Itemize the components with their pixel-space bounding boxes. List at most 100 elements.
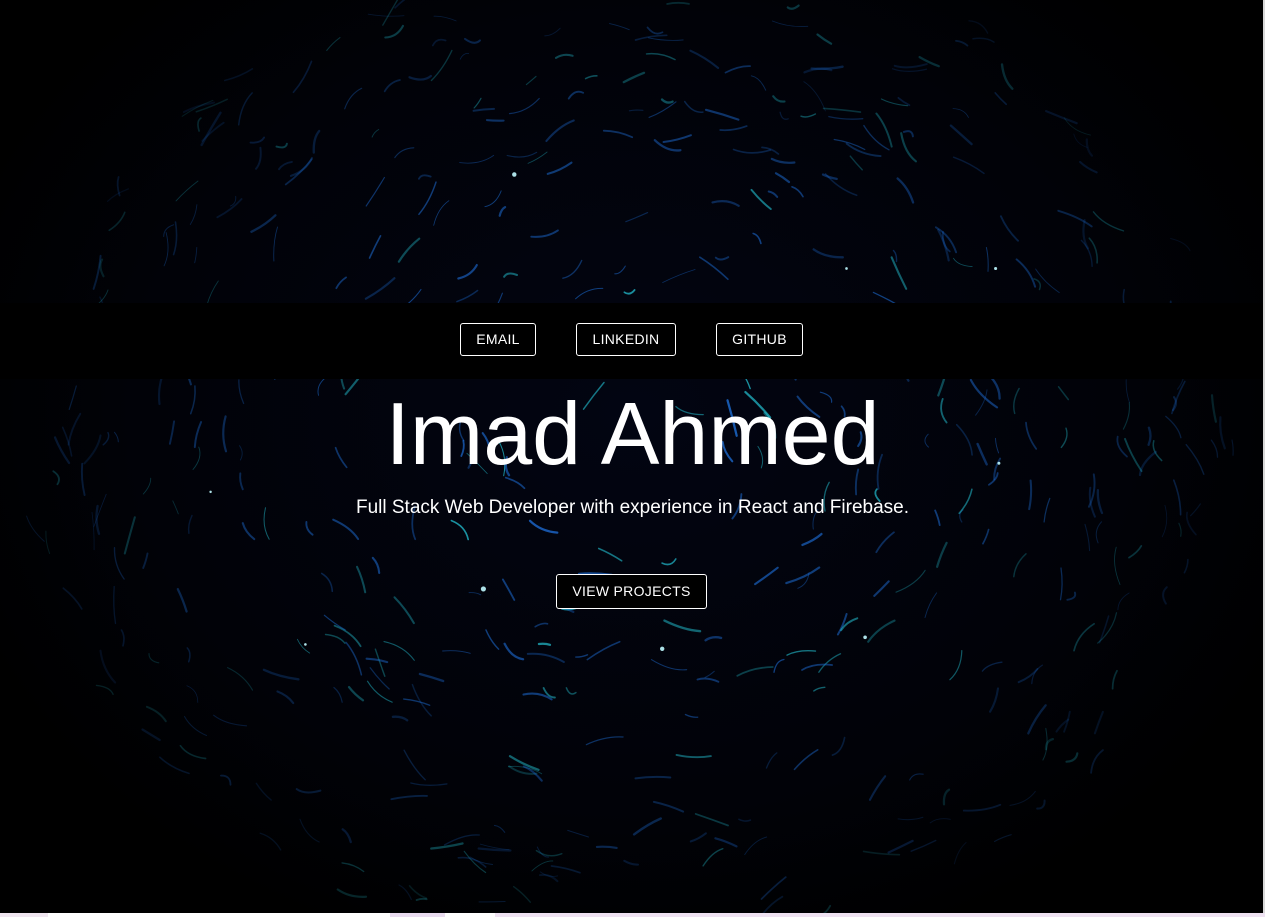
light-streak [1057, 209, 1093, 228]
light-streak [1066, 591, 1077, 601]
light-streak [512, 885, 532, 903]
view-projects-button[interactable]: VIEW PROJECTS [556, 574, 707, 609]
light-streak [791, 185, 804, 198]
light-streak [179, 744, 207, 760]
light-streak [544, 27, 561, 37]
light-streak [366, 680, 393, 703]
light-spark [863, 635, 867, 640]
light-streak [750, 75, 767, 91]
light-streak [949, 124, 973, 146]
light-streak [828, 115, 864, 120]
light-streak [968, 20, 989, 34]
light-streak [472, 107, 496, 112]
light-streak [774, 172, 791, 184]
light-streak [584, 75, 598, 80]
light-streak [493, 824, 506, 833]
light-streak [719, 125, 748, 132]
light-streak [382, 0, 399, 26]
light-streak [924, 592, 938, 618]
light-streak [711, 200, 740, 207]
light-streak [62, 587, 83, 610]
light-streak [341, 862, 365, 873]
light-streak [95, 684, 114, 695]
light-streak [92, 254, 102, 290]
light-streak [994, 92, 1008, 106]
light-streak [408, 74, 432, 81]
light-streak [694, 813, 729, 827]
light-streak [704, 636, 723, 642]
light-streak [148, 653, 160, 664]
light-streak [450, 519, 470, 541]
light-streak [761, 895, 784, 916]
light-streak [485, 119, 505, 122]
light-streak [586, 640, 621, 661]
light-streak [506, 151, 538, 158]
light-streak [585, 736, 624, 746]
light-streak [702, 847, 724, 867]
light-streak [550, 865, 581, 874]
light-streak [501, 578, 516, 601]
light-streak [660, 98, 674, 104]
light-streak [347, 685, 365, 702]
light-streak [227, 667, 254, 691]
light-streak [935, 541, 948, 568]
light-streak [295, 788, 322, 794]
light-streak [181, 99, 214, 117]
light-streak [299, 818, 320, 843]
light-streak [431, 38, 447, 47]
light-streak [186, 647, 191, 663]
light-streak [417, 174, 432, 180]
light-spark [512, 172, 517, 177]
light-streak [345, 641, 363, 676]
light-streak [433, 200, 450, 226]
light-streak [650, 659, 688, 671]
light-streak [634, 775, 672, 780]
light-streak [459, 154, 495, 164]
light-streak [1015, 258, 1037, 288]
light-streak [159, 756, 190, 775]
light-streak [108, 211, 126, 232]
light-streak [803, 81, 826, 112]
light-streak [383, 79, 401, 93]
light-streak [952, 108, 969, 118]
light-streak [415, 897, 428, 901]
light-streak [698, 256, 729, 281]
light-streak [704, 670, 715, 679]
light-streak [662, 134, 692, 143]
light-streak [1178, 522, 1182, 537]
light-streak [614, 265, 626, 275]
light-streak [433, 15, 457, 22]
light-streak [765, 752, 778, 769]
light-streak [411, 683, 432, 717]
light-streak [887, 839, 914, 854]
light-streak [760, 876, 787, 900]
linkedin-button[interactable]: LINKEDIN [576, 323, 676, 356]
light-streak [661, 558, 677, 566]
light-streak [1000, 63, 1014, 90]
light-streak [689, 832, 707, 843]
light-streak [634, 34, 668, 41]
email-button[interactable]: EMAIL [460, 323, 536, 356]
light-streak [845, 142, 882, 158]
light-streak [324, 633, 346, 644]
light-streak [648, 101, 677, 118]
light-streak [647, 37, 684, 41]
light-streak [953, 841, 967, 865]
light-streak [365, 176, 385, 207]
light-streak [468, 592, 482, 596]
light-streak [545, 119, 575, 143]
light-streak [562, 259, 583, 279]
light-streak [910, 839, 937, 852]
light-streak [367, 13, 405, 17]
light-streak [1084, 523, 1091, 552]
light-streak [623, 289, 636, 295]
light-streak [732, 148, 772, 154]
light-streak [1085, 138, 1094, 157]
light-streak [1027, 704, 1047, 735]
light-streak [332, 518, 360, 541]
github-button[interactable]: GITHUB [716, 323, 803, 356]
light-streak [575, 287, 604, 300]
page-title: Imad Ahmed [385, 384, 880, 483]
light-streak [172, 221, 178, 256]
light-streak [793, 749, 819, 771]
